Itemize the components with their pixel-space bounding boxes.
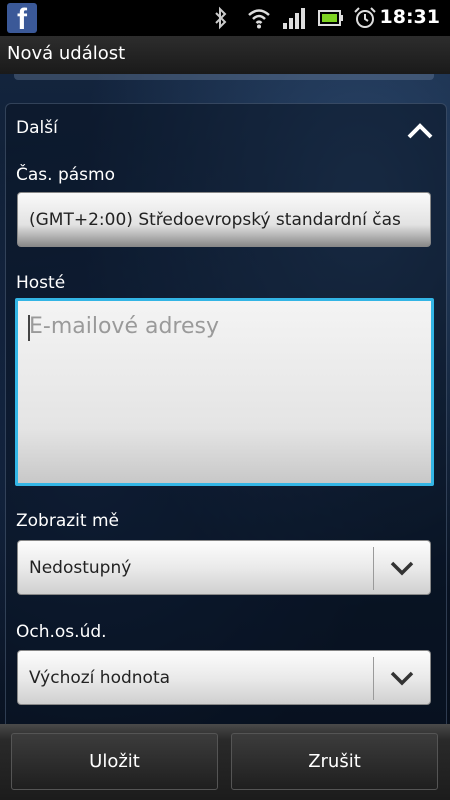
facebook-icon: f <box>7 3 37 33</box>
battery-icon <box>318 10 343 26</box>
wifi-icon <box>248 9 270 29</box>
previous-section-edge <box>14 74 434 80</box>
timezone-value: (GMT+2:00) Středoevropský standardní čas <box>29 210 401 230</box>
section-title: Další <box>16 118 58 138</box>
privacy-value: Výchozí hodnota <box>29 668 171 688</box>
spinner-divider <box>373 657 374 700</box>
cancel-button[interactable]: Zrušit <box>231 733 438 790</box>
chevron-down-icon <box>390 671 414 686</box>
action-bar: Uložit Zrušit <box>0 724 450 800</box>
guests-label: Hosté <box>16 273 66 293</box>
timezone-label: Čas. pásmo <box>16 165 115 185</box>
privacy-label: Och.os.úd. <box>16 622 107 642</box>
alarm-icon <box>354 7 376 28</box>
signal-icon <box>283 8 305 29</box>
guests-placeholder: E-mailové adresy <box>29 314 220 339</box>
show-me-as-label: Zobrazit mě <box>16 511 119 531</box>
guests-input[interactable]: E-mailové adresy <box>15 298 434 486</box>
spinner-divider <box>373 547 374 590</box>
show-me-as-value: Nedostupný <box>29 558 132 578</box>
chevron-up-icon[interactable] <box>406 120 434 142</box>
title-bar: Nová událost <box>0 36 450 75</box>
page-title: Nová událost <box>7 43 126 64</box>
timezone-field[interactable]: (GMT+2:00) Středoevropský standardní čas <box>17 192 431 247</box>
status-bar: f 18:31 <box>0 0 450 36</box>
save-button[interactable]: Uložit <box>11 733 218 790</box>
privacy-spinner[interactable]: Výchozí hodnota <box>17 650 431 705</box>
chevron-down-icon <box>390 561 414 576</box>
show-me-as-spinner[interactable]: Nedostupný <box>17 540 431 595</box>
clock: 18:31 <box>379 6 440 28</box>
bluetooth-icon <box>215 6 227 30</box>
